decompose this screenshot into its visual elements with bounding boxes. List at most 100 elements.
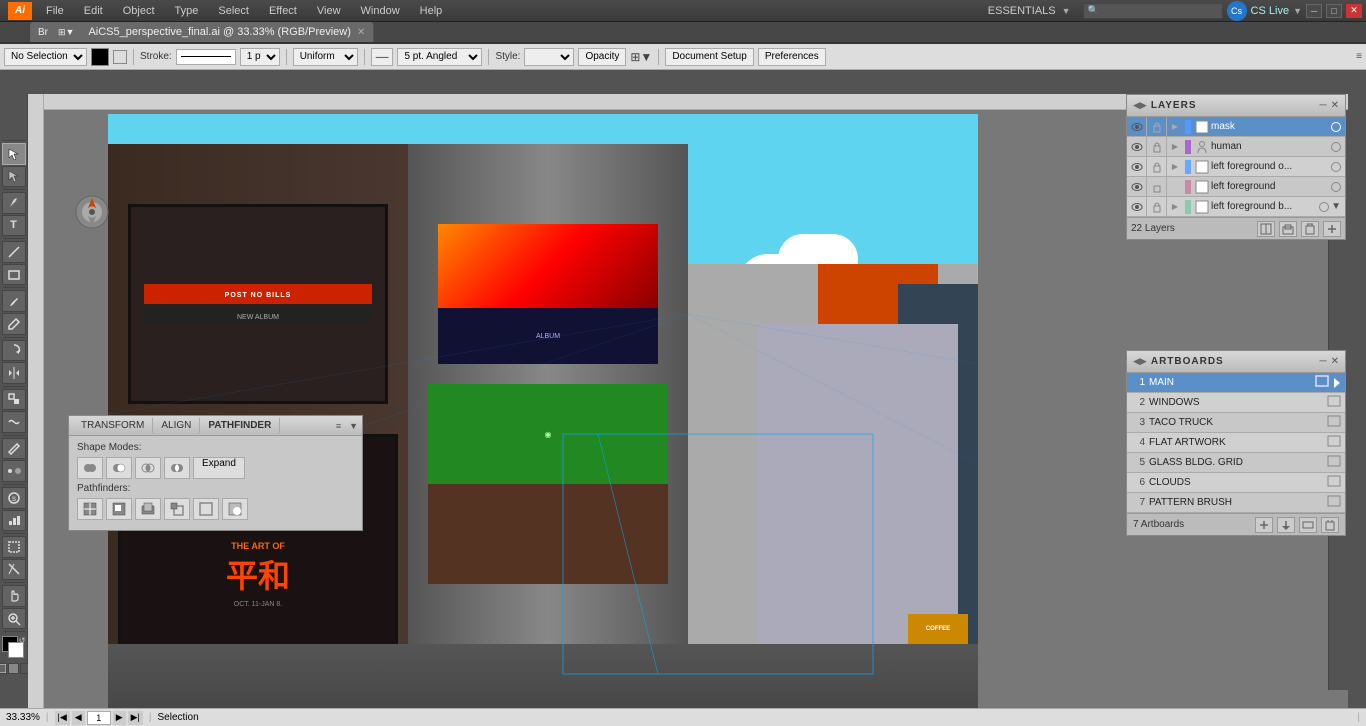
warp-tool[interactable]: [2, 411, 26, 433]
artboard-row-1[interactable]: 1 MAIN: [1127, 373, 1345, 393]
artboard-row-6[interactable]: 6 CLOUDS: [1127, 473, 1345, 493]
opacity-button[interactable]: Opacity: [578, 48, 626, 66]
reflect-tool[interactable]: [2, 362, 26, 384]
pen-tool[interactable]: [2, 192, 26, 214]
layer-lock-human[interactable]: [1147, 137, 1167, 157]
layer-row-mask[interactable]: ▶ mask: [1127, 117, 1345, 137]
layer-target-left-fg[interactable]: [1331, 182, 1341, 192]
menu-file[interactable]: File: [40, 3, 70, 19]
layer-visibility-left-fg-o[interactable]: [1127, 157, 1147, 177]
stroke-weight-dropdown[interactable]: 1 pt: [240, 48, 280, 66]
artboard-number-input[interactable]: [87, 711, 111, 725]
close-button[interactable]: ✕: [1346, 4, 1362, 18]
artboard-prev-btn[interactable]: ◀: [72, 711, 85, 725]
exclude-btn[interactable]: [164, 457, 190, 479]
transform-panel-menu[interactable]: ▼: [349, 421, 358, 431]
layers-delete-btn[interactable]: [1301, 221, 1319, 237]
document-setup-button[interactable]: Document Setup: [665, 48, 754, 66]
line-tool[interactable]: [2, 241, 26, 263]
eyedropper-tool[interactable]: [2, 438, 26, 460]
artboards-move-down-btn[interactable]: [1277, 517, 1295, 533]
transform-panel-drag[interactable]: ≡: [336, 421, 341, 431]
artboard-tool[interactable]: [2, 536, 26, 558]
layer-row-left-fg[interactable]: left foreground: [1127, 177, 1345, 197]
layers-scroll-down[interactable]: ▼: [1331, 201, 1341, 212]
trim-btn[interactable]: [106, 498, 132, 520]
close-tab-icon[interactable]: ✕: [357, 27, 365, 38]
artboards-fit-btn[interactable]: [1299, 517, 1317, 533]
layers-make-sublayer-btn[interactable]: [1257, 221, 1275, 237]
menu-window[interactable]: Window: [355, 3, 406, 19]
unite-btn[interactable]: [77, 457, 103, 479]
layer-target-left-fg-b[interactable]: [1319, 202, 1329, 212]
layer-row-left-fg-b[interactable]: ▶ left foreground b... ▼: [1127, 197, 1345, 217]
full-screen-preview[interactable]: [8, 663, 19, 674]
layers-panel-minimize[interactable]: ─: [1320, 100, 1327, 111]
layer-visibility-mask[interactable]: [1127, 117, 1147, 137]
divide-btn[interactable]: [77, 498, 103, 520]
layer-visibility-left-fg-b[interactable]: [1127, 197, 1147, 217]
tab-transform[interactable]: TRANSFORM: [73, 418, 153, 433]
layer-expand-left-fg-b[interactable]: ▶: [1167, 197, 1183, 217]
color-swatches[interactable]: ↺: [2, 636, 26, 658]
selection-dropdown[interactable]: No Selection: [4, 48, 87, 66]
layer-target-left-fg-o[interactable]: [1331, 162, 1341, 172]
minus-front-btn[interactable]: [106, 457, 132, 479]
column-graph-tool[interactable]: [2, 510, 26, 532]
direct-selection-tool[interactable]: [2, 166, 26, 188]
artboards-panel-close[interactable]: ✕: [1331, 356, 1339, 367]
artboards-collapse-icon[interactable]: ◀▶: [1133, 356, 1147, 367]
artboard-last-btn[interactable]: ▶|: [128, 711, 143, 725]
artboard-row-7[interactable]: 7 PATTERN BRUSH: [1127, 493, 1345, 513]
tab-pathfinder[interactable]: PATHFINDER: [200, 418, 280, 433]
type-tool[interactable]: T: [2, 215, 26, 237]
outline-btn[interactable]: [193, 498, 219, 520]
artboard-row-2[interactable]: 2 WINDOWS: [1127, 393, 1345, 413]
layer-lock-left-fg-o[interactable]: [1147, 157, 1167, 177]
layer-expand-mask[interactable]: ▶: [1167, 117, 1183, 137]
layers-options-btn[interactable]: [1323, 221, 1341, 237]
zoom-tool[interactable]: [2, 608, 26, 630]
symbol-tool[interactable]: s: [2, 487, 26, 509]
layers-panel-close[interactable]: ✕: [1331, 100, 1339, 111]
menu-edit[interactable]: Edit: [78, 3, 109, 19]
layer-expand-left-fg-o[interactable]: ▶: [1167, 157, 1183, 177]
minimize-button[interactable]: ─: [1306, 4, 1322, 18]
menu-select[interactable]: Select: [212, 3, 255, 19]
expand-button[interactable]: Expand: [193, 457, 245, 479]
view-icon[interactable]: ⊞▼: [630, 50, 652, 64]
document-tab[interactable]: Br ⊞▼ AiCS5_perspective_final.ai @ 33.33…: [30, 22, 374, 42]
tab-align[interactable]: ALIGN: [153, 418, 200, 433]
artboards-panel-minimize[interactable]: ─: [1320, 356, 1327, 367]
panel-options-icon[interactable]: ≡: [1356, 51, 1362, 62]
cslive-button[interactable]: CS Live: [1251, 5, 1290, 17]
artboard-row-3[interactable]: 3 TACO TRUCK: [1127, 413, 1345, 433]
artboard-next-btn[interactable]: ▶: [113, 711, 126, 725]
artboard-first-btn[interactable]: |◀: [55, 711, 70, 725]
layer-target-mask[interactable]: [1331, 122, 1341, 132]
minus-back-btn[interactable]: [222, 498, 248, 520]
layer-expand-human[interactable]: ▶: [1167, 137, 1183, 157]
layer-visibility-human[interactable]: [1127, 137, 1147, 157]
preferences-button[interactable]: Preferences: [758, 48, 826, 66]
layer-target-human[interactable]: [1331, 142, 1341, 152]
menu-type[interactable]: Type: [169, 3, 205, 19]
layer-lock-left-fg[interactable]: [1147, 177, 1167, 197]
stroke-color-swatch[interactable]: [113, 50, 127, 64]
menu-effect[interactable]: Effect: [263, 3, 303, 19]
angled-dropdown[interactable]: 5 pt. Angled: [397, 48, 482, 66]
layer-lock-left-fg-b[interactable]: [1147, 197, 1167, 217]
layer-row-left-fg-o[interactable]: ▶ left foreground o...: [1127, 157, 1345, 177]
style-dropdown[interactable]: [524, 48, 574, 66]
menu-object[interactable]: Object: [117, 3, 161, 19]
fill-color-swatch[interactable]: [91, 48, 109, 66]
layer-visibility-left-fg[interactable]: [1127, 177, 1147, 197]
crop-btn[interactable]: [164, 498, 190, 520]
intersect-btn[interactable]: [135, 457, 161, 479]
essentials-label[interactable]: ESSENTIALS: [988, 5, 1056, 17]
hand-tool[interactable]: [2, 585, 26, 607]
blend-tool[interactable]: [2, 460, 26, 482]
layers-collapse-icon[interactable]: ◀▶: [1133, 100, 1147, 111]
artboards-new-btn[interactable]: [1255, 517, 1273, 533]
search-box[interactable]: 🔍: [1083, 3, 1223, 19]
